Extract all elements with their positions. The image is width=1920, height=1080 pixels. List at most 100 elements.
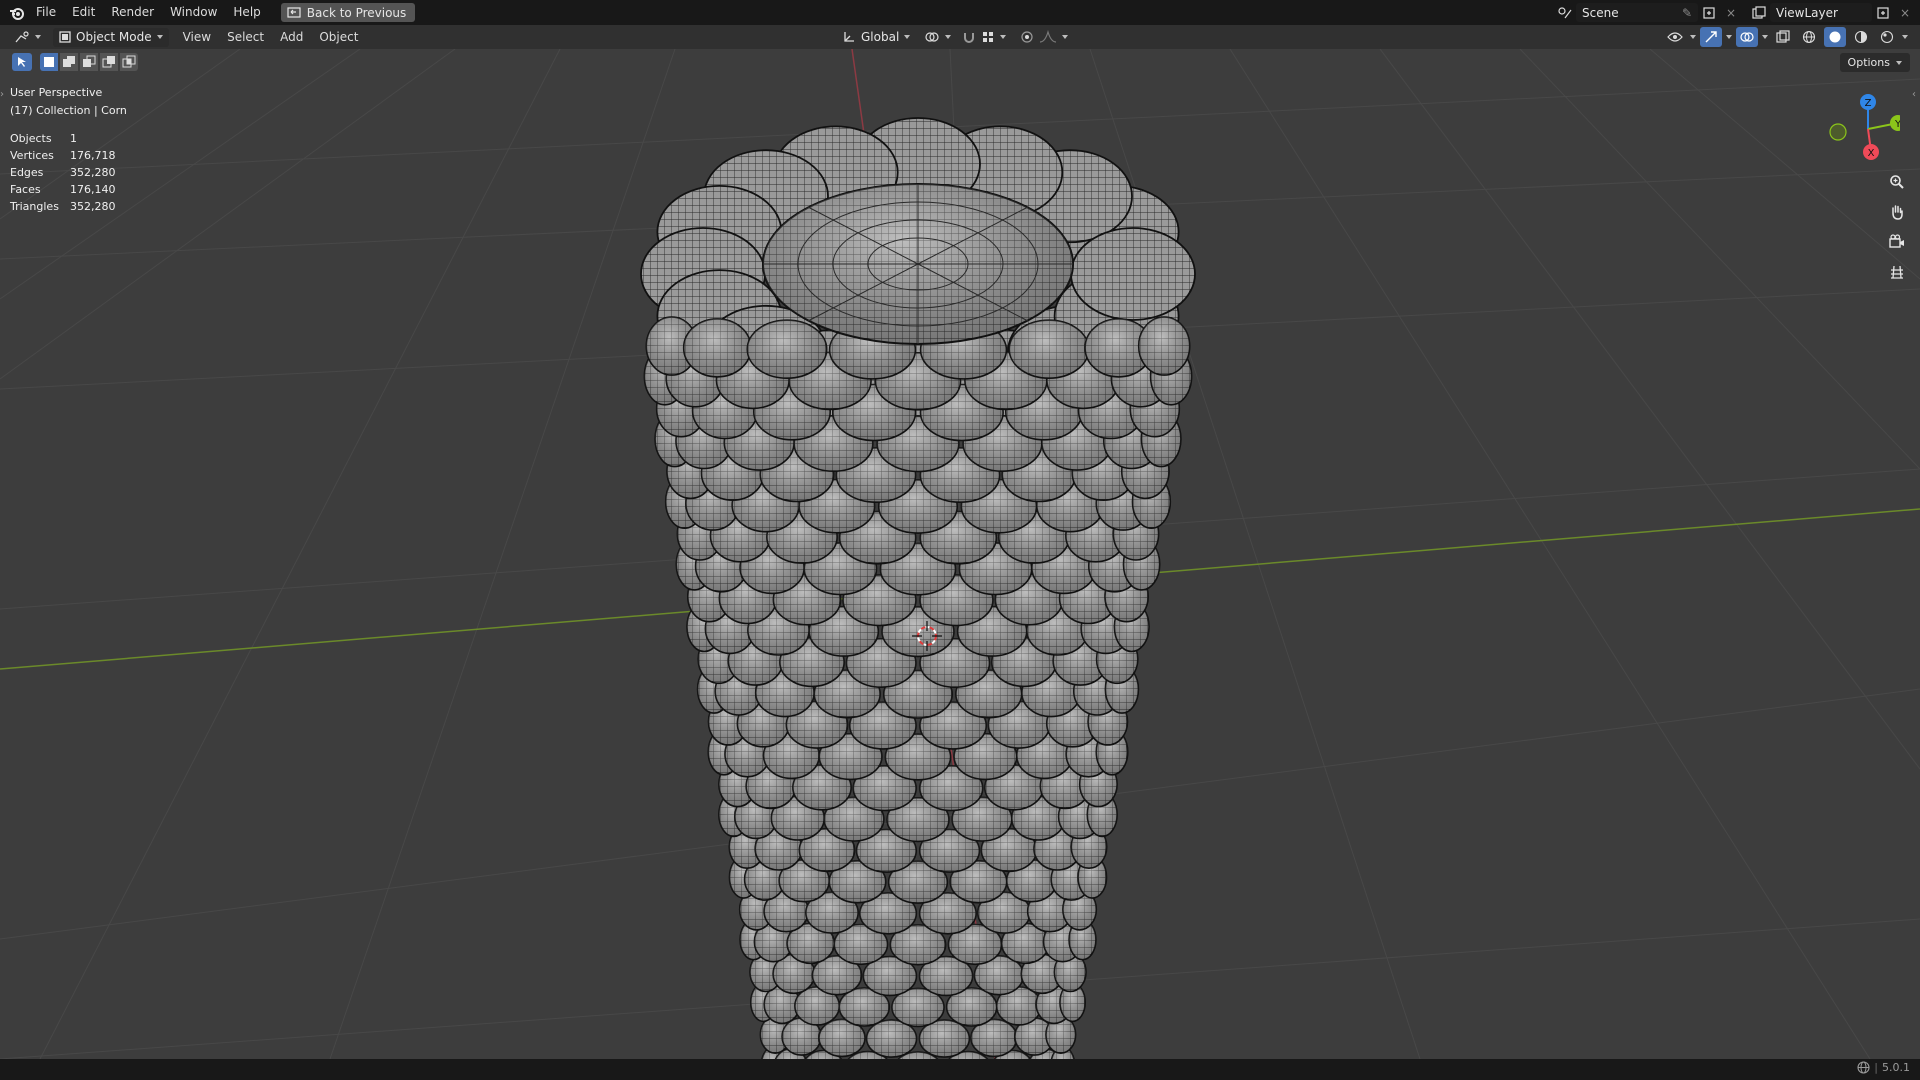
editor-type-dropdown[interactable] (8, 28, 47, 47)
chevron-down-icon (1896, 60, 1902, 65)
version-label: 5.0.1 (1882, 1061, 1910, 1074)
chevron-down-icon[interactable] (1762, 35, 1768, 39)
viewport-header: Object Mode View Select Add Object Globa… (0, 25, 1920, 49)
snap-grid-icon (983, 32, 993, 42)
delete-scene-icon[interactable]: × (1720, 3, 1742, 23)
header-menu-select[interactable]: Select (219, 25, 272, 50)
status-bar: | 5.0.1 (0, 1059, 1920, 1080)
version-info: | 5.0.1 (1857, 1061, 1910, 1074)
chevron-down-icon (945, 35, 951, 39)
back-to-previous-label: Back to Previous (306, 5, 407, 20)
invert-selection-icon[interactable] (100, 53, 118, 71)
menu-help[interactable]: Help (225, 0, 268, 25)
zoom-icon[interactable] (1884, 169, 1910, 195)
transform-orientation-dropdown[interactable]: Global (836, 28, 916, 47)
header-menu-view[interactable]: View (175, 25, 219, 50)
stat-row: Faces 176,140 (10, 181, 127, 198)
visibility-eye-icon[interactable] (1664, 27, 1686, 47)
scene-name: Scene (1582, 5, 1619, 20)
orientation-label: Global (861, 30, 900, 44)
orientation-axes-icon (844, 32, 854, 42)
stat-row: Edges 352,280 (10, 164, 127, 181)
menu-edit[interactable]: Edit (64, 0, 103, 25)
sidebar-toggle-icon[interactable]: ‹ (1912, 89, 1920, 103)
proportional-edit-toggle[interactable] (1014, 28, 1074, 47)
stat-row: Vertices 176,718 (10, 147, 127, 164)
proportional-edit-icon (1021, 31, 1033, 43)
set-new-selection-icon[interactable] (40, 53, 58, 71)
stat-value: 176,140 (70, 183, 116, 196)
object-mode-icon (59, 31, 71, 43)
pivot-dropdown[interactable] (918, 28, 957, 47)
navigation-gizmo[interactable]: Z Y X (1820, 89, 1900, 169)
corn-kernel-shade (1138, 317, 1190, 376)
xray-toggle-icon[interactable] (1772, 27, 1794, 47)
chevron-down-icon (904, 35, 911, 39)
toolbar-toggle-icon[interactable]: › (0, 89, 8, 103)
gizmo-z-label: Z (1865, 98, 1872, 109)
view-layer-icon[interactable] (1748, 3, 1770, 23)
view-layer-name: ViewLayer (1776, 5, 1838, 20)
mode-label: Object Mode (76, 30, 152, 44)
hand-pan-icon[interactable] (1884, 199, 1910, 225)
stat-label: Vertices (10, 149, 54, 162)
globe-icon (1857, 1061, 1870, 1074)
menu-file[interactable]: File (28, 0, 64, 25)
new-view-layer-icon[interactable] (1872, 3, 1894, 23)
header-menu-object[interactable]: Object (311, 25, 366, 50)
options-dropdown[interactable]: Options (1839, 53, 1910, 72)
new-scene-icon[interactable] (1698, 3, 1720, 23)
stat-value: 352,280 (70, 166, 116, 179)
view-layer-field[interactable]: ViewLayer (1770, 3, 1872, 22)
menu-window[interactable]: Window (162, 0, 225, 25)
corn-kernel-shade (1009, 320, 1089, 379)
chevron-down-icon[interactable] (1690, 35, 1696, 39)
pivot-icon (925, 32, 939, 42)
corn-top-kernel (1070, 227, 1196, 321)
intersect-selection-icon[interactable] (120, 53, 138, 71)
select-box-tool-icon[interactable] (12, 53, 32, 71)
wireframe-shading-icon[interactable] (1798, 27, 1820, 47)
corn-kernel-shade (683, 318, 751, 377)
corn-mesh[interactable] (580, 114, 1280, 1059)
stat-value: 1 (70, 132, 77, 145)
collection-label: (17) Collection | Corn (10, 104, 127, 117)
extend-selection-icon[interactable] (60, 53, 78, 71)
chevron-down-icon (1000, 35, 1006, 39)
viewport-editor-icon (15, 31, 29, 43)
blender-logo-icon[interactable] (6, 2, 28, 24)
falloff-curve-icon (1039, 30, 1057, 43)
3d-viewport[interactable]: Options User Perspective (17) Collection… (0, 49, 1920, 1059)
viewport-info-overlay: User Perspective (17) Collection | Corn … (10, 84, 127, 215)
overlays-toggle-icon[interactable] (1736, 27, 1758, 47)
magnet-icon (964, 33, 974, 43)
gizmo-toggle-icon[interactable] (1700, 27, 1722, 47)
header-menu-add[interactable]: Add (272, 25, 311, 50)
pin-icon[interactable]: ✎ (1682, 6, 1692, 20)
chevron-down-icon (35, 35, 41, 39)
chevron-down-icon[interactable] (1726, 35, 1732, 39)
ortho-grid-icon[interactable] (1884, 259, 1910, 285)
mode-dropdown[interactable]: Object Mode (53, 27, 169, 47)
scene-name-field[interactable]: Scene ✎ (1576, 3, 1698, 22)
cap-radial-lines (763, 184, 1073, 344)
stat-row: Objects 1 (10, 130, 127, 147)
top-menu-bar: File Edit Render Window Help Back to Pre… (0, 0, 1920, 25)
rendered-shading-icon[interactable] (1876, 27, 1898, 47)
camera-icon[interactable] (1884, 229, 1910, 255)
scene-icon[interactable] (1554, 3, 1576, 23)
gizmo-neg-y[interactable] (1829, 123, 1847, 141)
snap-toggle[interactable] (956, 28, 1012, 47)
viewport-display-controls (1664, 27, 1908, 47)
subtract-selection-icon[interactable] (80, 53, 98, 71)
menu-render[interactable]: Render (103, 0, 162, 25)
chevron-down-icon (156, 35, 163, 39)
corn-kernel-shade (747, 320, 827, 379)
material-shading-icon[interactable] (1850, 27, 1872, 47)
chevron-down-icon[interactable] (1902, 35, 1908, 39)
stat-value: 352,280 (70, 200, 116, 213)
solid-shading-icon[interactable] (1824, 27, 1846, 47)
back-to-previous-button[interactable]: Back to Previous (280, 3, 416, 22)
delete-view-layer-icon[interactable]: × (1894, 3, 1916, 23)
stat-label: Triangles (10, 200, 59, 213)
